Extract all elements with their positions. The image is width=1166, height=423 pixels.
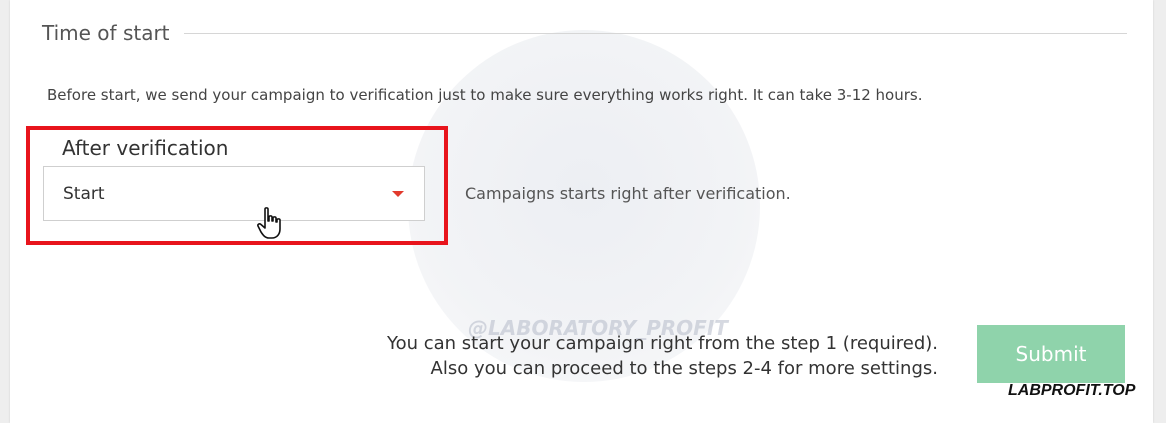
verification-note: Before start, we send your campaign to v… xyxy=(47,86,923,104)
section-title: Time of start xyxy=(42,21,170,45)
site-watermark: LABPROFIT.TOP xyxy=(1008,382,1136,399)
start-mode-help: Campaigns starts right after verificatio… xyxy=(465,184,791,203)
submit-info: You can start your campaign right from t… xyxy=(360,331,938,381)
submit-info-line-2: Also you can proceed to the steps 2-4 fo… xyxy=(430,358,938,379)
section-divider xyxy=(183,32,1127,34)
submit-info-line-1: You can start your campaign right from t… xyxy=(386,333,938,354)
section-header: Time of start xyxy=(42,18,1127,48)
hand-pointer-icon xyxy=(257,207,281,239)
caret-down-icon xyxy=(392,191,404,197)
submit-button[interactable]: Submit xyxy=(977,325,1125,383)
start-mode-select[interactable]: Start xyxy=(43,166,425,221)
start-mode-label: After verification xyxy=(62,136,229,160)
start-mode-value: Start xyxy=(63,183,105,204)
